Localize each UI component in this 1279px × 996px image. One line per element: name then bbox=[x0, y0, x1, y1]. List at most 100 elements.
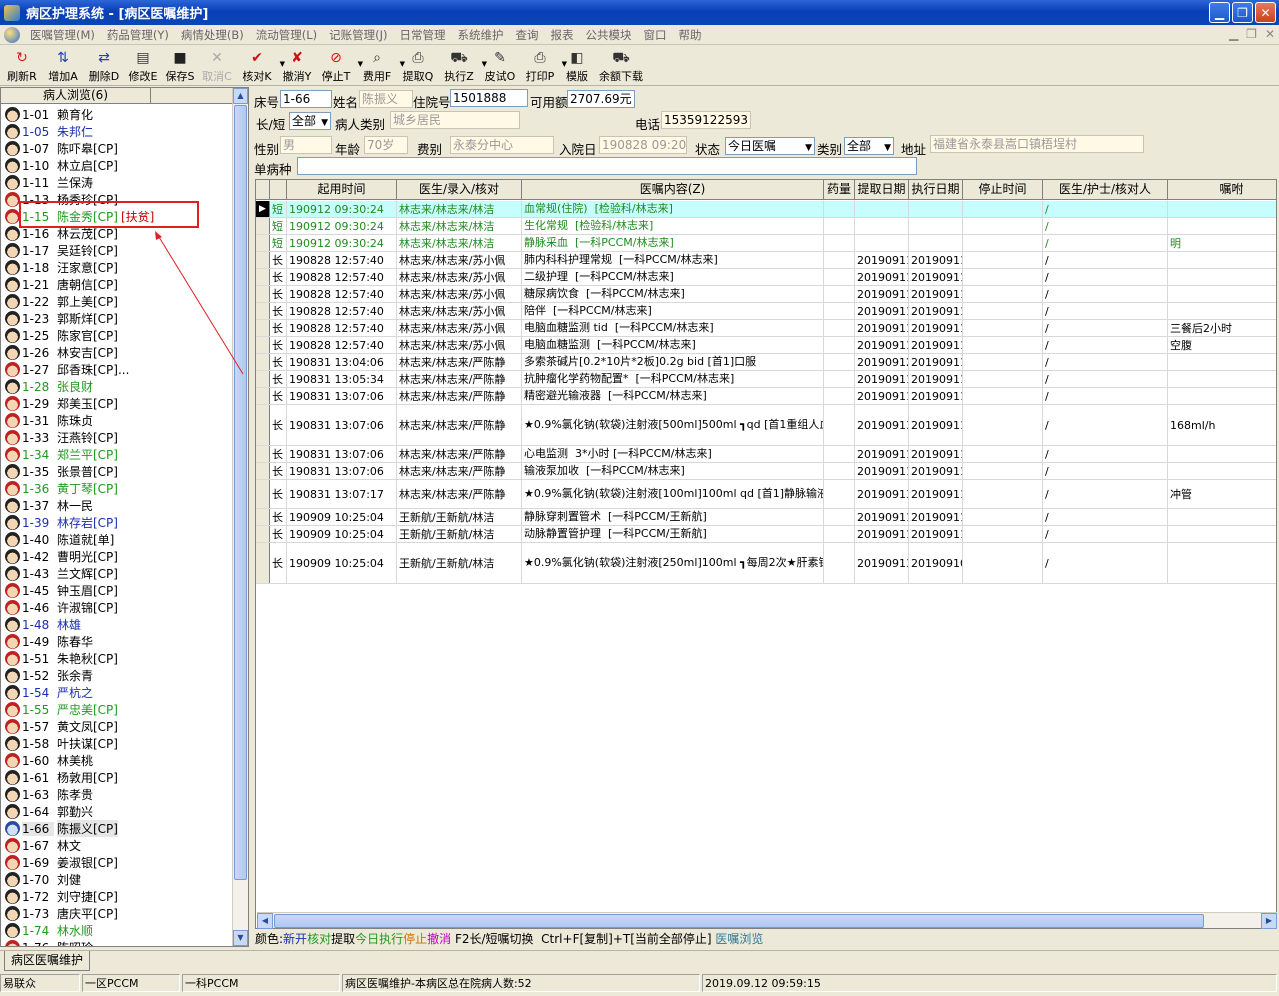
menu-item-7[interactable]: 查询 bbox=[510, 27, 545, 43]
patient-row[interactable]: 1-42 曹明光[CP] bbox=[2, 548, 232, 565]
patient-row[interactable]: 1-29 郑美玉[CP] bbox=[2, 395, 232, 412]
patient-row[interactable]: 1-10 林立启[CP] bbox=[2, 157, 232, 174]
patient-row[interactable]: 1-37 林一民 bbox=[2, 497, 232, 514]
order-row[interactable]: 短 190912 09:30:24 林志来/林志来/林洁 静脉采血 [一科PCCM/林… bbox=[256, 235, 1276, 252]
toolbar-button-12[interactable]: ✎ 皮试O bbox=[480, 46, 520, 84]
patient-row[interactable]: 1-61 杨敦用[CP] bbox=[2, 769, 232, 786]
order-row[interactable]: 长 190909 10:25:04 王新航/王新航/林洁 动脉静置管护理 [一科PCC… bbox=[256, 526, 1276, 543]
column-header-10[interactable]: 嘱咐 bbox=[1168, 180, 1276, 200]
toolbar-button-15[interactable]: ⛟ 余额下载 bbox=[594, 46, 648, 84]
patient-row[interactable]: 1-16 林云茂[CP] bbox=[2, 225, 232, 242]
order-row[interactable]: 长 190831 13:04:06 林志来/林志来/严陈静 多索茶碱片[0.2*10片… bbox=[256, 354, 1276, 371]
status-select[interactable]: 今日医嘱 bbox=[725, 137, 815, 155]
patient-row[interactable]: 1-49 陈春华 bbox=[2, 633, 232, 650]
close-button[interactable]: ✕ bbox=[1255, 2, 1276, 23]
patient-row[interactable]: 1-67 林文 bbox=[2, 837, 232, 854]
orders-hscrollbar[interactable]: ◀ ▶ bbox=[257, 912, 1277, 929]
patient-row[interactable]: 1-63 陈孝贵 bbox=[2, 786, 232, 803]
order-row[interactable]: 长 190828 12:57:40 林志来/林志来/苏小佩 糖尿病饮食 [一科PCCM… bbox=[256, 286, 1276, 303]
order-row[interactable]: 长 190828 12:57:40 林志来/林志来/苏小佩 电脑血糖监测 tid [一… bbox=[256, 320, 1276, 337]
menu-item-0[interactable]: 医嘱管理(M) bbox=[24, 27, 101, 43]
column-header-5[interactable]: 药量 bbox=[824, 180, 855, 200]
menu-item-10[interactable]: 窗口 bbox=[638, 27, 673, 43]
patient-row[interactable]: 1-31 陈珠贞 bbox=[2, 412, 232, 429]
toolbar-button-4[interactable]: ■ 保存S bbox=[162, 46, 198, 84]
patient-row[interactable]: 1-11 兰保涛 bbox=[2, 174, 232, 191]
h-scroll-thumb[interactable] bbox=[274, 914, 1204, 928]
menu-item-11[interactable]: 帮助 bbox=[673, 27, 708, 43]
row-indicator[interactable] bbox=[256, 320, 270, 336]
patient-row[interactable]: 1-40 陈道就[单] bbox=[2, 531, 232, 548]
patient-row[interactable]: 1-05 朱邦仁 bbox=[2, 123, 232, 140]
bed-field[interactable]: 1-66 bbox=[280, 90, 332, 108]
patient-row[interactable]: 1-54 严杭之 bbox=[2, 684, 232, 701]
order-row[interactable]: 短 190912 09:30:24 林志来/林志来/林洁 生化常规 [检验科/林志来]… bbox=[256, 218, 1276, 235]
order-row[interactable]: 长 190831 13:05:34 林志来/林志来/严陈静 抗肿瘤化学药物配置* [一… bbox=[256, 371, 1276, 388]
toolbar-button-10[interactable]: ⎙ 提取Q bbox=[398, 46, 438, 84]
toolbar-button-14[interactable]: ◧ 模版 bbox=[560, 46, 594, 84]
row-indicator[interactable] bbox=[256, 526, 270, 542]
mdi-restore-button[interactable]: ❐ bbox=[1246, 27, 1257, 41]
patient-list-scrollbar[interactable]: ▲ ▼ bbox=[232, 88, 248, 946]
toolbar-button-11[interactable]: ⛟ 执行Z ▼ bbox=[438, 46, 487, 84]
patient-row[interactable]: 1-13 杨秀珍[CP] bbox=[2, 191, 232, 208]
scroll-up-arrow-icon[interactable]: ▲ bbox=[233, 88, 248, 104]
row-indicator[interactable] bbox=[256, 463, 270, 479]
patient-row[interactable]: 1-26 林安吉[CP] bbox=[2, 344, 232, 361]
row-indicator[interactable] bbox=[256, 480, 270, 508]
toolbar-button-1[interactable]: ⇅ 增加A bbox=[42, 46, 84, 84]
patient-row[interactable]: 1-70 刘健 bbox=[2, 871, 232, 888]
column-header-4[interactable]: 医嘱内容(Z) bbox=[522, 180, 824, 200]
scroll-down-arrow-icon[interactable]: ▼ bbox=[233, 930, 248, 946]
patient-row[interactable]: 1-51 朱艳秋[CP] bbox=[2, 650, 232, 667]
row-indicator[interactable] bbox=[256, 252, 270, 268]
patient-row[interactable]: 1-01 赖育化 bbox=[2, 106, 232, 123]
menu-item-8[interactable]: 报表 bbox=[545, 27, 580, 43]
toolbar-button-7[interactable]: ✘ 撤消Y bbox=[278, 46, 316, 84]
column-header-8[interactable]: 停止时间 bbox=[963, 180, 1043, 200]
row-indicator[interactable] bbox=[256, 303, 270, 319]
tab-order-maintenance[interactable]: 病区医嘱维护 bbox=[4, 951, 91, 971]
order-browse-link[interactable]: 医嘱浏览 bbox=[715, 930, 763, 946]
toolbar-button-13[interactable]: ⎙ 打印P ▼ bbox=[520, 46, 567, 84]
scroll-left-arrow-icon[interactable]: ◀ bbox=[257, 913, 273, 929]
order-row[interactable]: 长 190828 12:57:40 林志来/林志来/苏小佩 陪伴 [一科PCCM/林志… bbox=[256, 303, 1276, 320]
restore-button[interactable]: ❐ bbox=[1232, 2, 1253, 23]
row-indicator[interactable] bbox=[256, 269, 270, 285]
patient-row[interactable]: 1-45 钟玉眉[CP] bbox=[2, 582, 232, 599]
order-row[interactable]: 长 190828 12:57:40 林志来/林志来/苏小佩 电脑血糖监测 [一科PCC… bbox=[256, 337, 1276, 354]
patient-row[interactable]: 1-34 郑兰平[CP] bbox=[2, 446, 232, 463]
scroll-right-arrow-icon[interactable]: ▶ bbox=[1261, 913, 1277, 929]
patient-row[interactable]: 1-21 唐朝信[CP] bbox=[2, 276, 232, 293]
menu-item-6[interactable]: 系统维护 bbox=[452, 27, 510, 43]
patient-row[interactable]: 1-35 张景普[CP] bbox=[2, 463, 232, 480]
row-indicator[interactable] bbox=[256, 286, 270, 302]
patient-row[interactable]: 1-57 黄文凤[CP] bbox=[2, 718, 232, 735]
row-indicator[interactable] bbox=[256, 371, 270, 387]
patient-row[interactable]: 1-22 郭上美[CP] bbox=[2, 293, 232, 310]
row-indicator[interactable] bbox=[256, 446, 270, 462]
order-row[interactable]: 长 190831 13:07:06 林志来/林志来/严陈静 精密避光输液器 [一科PC… bbox=[256, 388, 1276, 405]
patient-row[interactable]: 1-18 汪家意[CP] bbox=[2, 259, 232, 276]
patient-row[interactable]: 1-76陈昭珍 bbox=[2, 939, 232, 946]
scroll-thumb[interactable] bbox=[234, 105, 247, 880]
splitter[interactable] bbox=[249, 87, 252, 947]
column-header-0[interactable] bbox=[256, 180, 270, 200]
menu-item-3[interactable]: 流动管理(L) bbox=[250, 27, 323, 43]
toolbar-button-9[interactable]: ⌕ 费用F ▼ bbox=[356, 46, 405, 84]
column-header-6[interactable]: 提取日期 bbox=[855, 180, 909, 200]
patient-row[interactable]: 1-58 叶扶谋[CP] bbox=[2, 735, 232, 752]
row-indicator[interactable] bbox=[256, 354, 270, 370]
toolbar-button-3[interactable]: ▤ 修改E bbox=[124, 46, 162, 84]
menu-item-2[interactable]: 病情处理(B) bbox=[175, 27, 250, 43]
row-indicator[interactable] bbox=[256, 337, 270, 353]
patient-row[interactable]: 1-46 许淑锦[CP] bbox=[2, 599, 232, 616]
patient-row[interactable]: 1-43 兰文辉[CP] bbox=[2, 565, 232, 582]
order-row[interactable]: 长 190909 10:25:04 王新航/王新航/林洁 静脉穿刺置管术 [一科PCC… bbox=[256, 509, 1276, 526]
order-row[interactable]: 长 190831 13:07:06 林志来/林志来/严陈静 输液泵加收 [一科PCCM… bbox=[256, 463, 1276, 480]
patient-row[interactable]: 1-64 郭勤兴 bbox=[2, 803, 232, 820]
patient-row[interactable]: 1-60 林美桃 bbox=[2, 752, 232, 769]
column-header-7[interactable]: 执行日期 bbox=[909, 180, 963, 200]
row-indicator[interactable] bbox=[256, 388, 270, 404]
disease-field[interactable] bbox=[297, 157, 917, 175]
